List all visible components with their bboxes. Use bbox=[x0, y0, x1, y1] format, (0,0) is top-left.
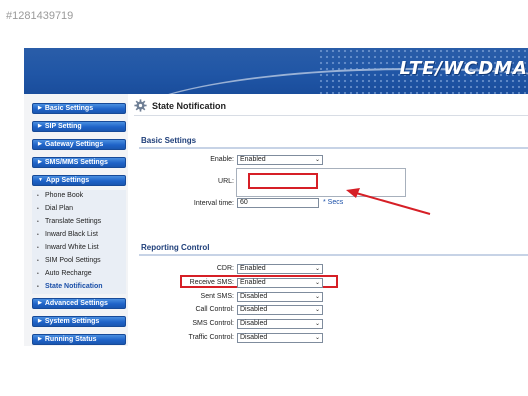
section-heading-basic-settings: Basic Settings bbox=[141, 136, 197, 145]
bullet-icon: • bbox=[37, 245, 39, 251]
chevron-down-icon: ⌄ bbox=[314, 307, 320, 313]
sidebar-item-app-settings[interactable]: ▼ App Settings bbox=[32, 175, 126, 186]
app-settings-submenu: • Phone Book • Dial Plan • Translate Settin… bbox=[32, 190, 126, 294]
bullet-icon: • bbox=[37, 219, 39, 225]
sent-sms-select[interactable]: Disabled ⌄ bbox=[237, 292, 323, 302]
submenu-item-phone-book[interactable]: • Phone Book bbox=[37, 192, 84, 199]
sent-sms-label: Sent SMS: bbox=[200, 293, 234, 300]
sidebar-item-label: App Settings bbox=[45, 177, 90, 184]
divider bbox=[139, 147, 528, 149]
chevron-down-icon: ⌄ bbox=[314, 335, 320, 341]
interval-time-label: Interval time: bbox=[193, 200, 234, 207]
submenu-item-label: Dial Plan bbox=[45, 205, 74, 212]
arrow-right-icon: ▶ bbox=[38, 300, 42, 306]
submenu-item-sim-pool-settings[interactable]: • SIM Pool Settings bbox=[37, 257, 101, 264]
interval-time-input[interactable]: 60 bbox=[237, 198, 319, 208]
submenu-item-label: SIM Pool Settings bbox=[45, 257, 101, 264]
submenu-item-label: Inward White List bbox=[45, 244, 99, 251]
sidebar-item-label: Basic Settings bbox=[44, 105, 94, 112]
arrow-right-icon: ▶ bbox=[38, 336, 42, 342]
receive-sms-label: Receive SMS: bbox=[189, 279, 234, 286]
arrow-right-icon: ▶ bbox=[38, 159, 42, 165]
cdr-select[interactable]: Enabled ⌄ bbox=[237, 264, 323, 274]
call-control-select[interactable]: Disabled ⌄ bbox=[237, 305, 323, 315]
enable-label: Enable: bbox=[210, 156, 234, 163]
receive-sms-select[interactable]: Enabled ⌄ bbox=[237, 278, 323, 288]
submenu-item-label: Auto Recharge bbox=[45, 270, 92, 277]
select-value: Enabled bbox=[240, 156, 266, 163]
select-value: Enabled bbox=[240, 279, 266, 286]
arrow-right-icon: ▶ bbox=[38, 105, 42, 111]
divider bbox=[134, 115, 528, 116]
url-label: URL: bbox=[218, 178, 234, 185]
arrow-right-icon: ▶ bbox=[38, 141, 42, 147]
main-area: ▶ Basic Settings ▶ SIP Setting ▶ Gateway Se… bbox=[24, 94, 528, 346]
select-value: Disabled bbox=[240, 334, 268, 341]
submenu-item-label: Phone Book bbox=[45, 192, 84, 199]
sidebar-item-sip-setting[interactable]: ▶ SIP Setting bbox=[32, 121, 126, 132]
call-control-label: Call Control: bbox=[195, 306, 234, 313]
sidebar-item-label: SMS/MMS Settings bbox=[44, 159, 108, 166]
sidebar-item-label: Advanced Settings bbox=[44, 300, 108, 307]
sidebar-item-basic-settings[interactable]: ▶ Basic Settings bbox=[32, 103, 126, 114]
chevron-down-icon: ⌄ bbox=[314, 321, 320, 327]
submenu-item-inward-black-list[interactable]: • Inward Black List bbox=[37, 231, 98, 238]
sidebar-item-label: Running Status bbox=[44, 336, 97, 343]
gear-icon bbox=[134, 99, 147, 112]
enable-select[interactable]: Enabled ⌄ bbox=[237, 155, 323, 165]
chevron-down-icon: ⌄ bbox=[314, 280, 320, 286]
sidebar-item-gateway-settings[interactable]: ▶ Gateway Settings bbox=[32, 139, 126, 150]
select-value: Disabled bbox=[240, 293, 268, 300]
sidebar-item-label: System Settings bbox=[44, 318, 100, 325]
select-value: Enabled bbox=[240, 265, 266, 272]
chevron-down-icon: ⌄ bbox=[314, 157, 320, 163]
sidebar-item-system-settings[interactable]: ▶ System Settings bbox=[32, 316, 126, 327]
chevron-down-icon: ⌄ bbox=[314, 266, 320, 272]
submenu-item-label: State Notification bbox=[45, 283, 103, 290]
sidebar-item-label: SIP Setting bbox=[44, 123, 82, 130]
url-input[interactable] bbox=[248, 173, 318, 189]
bullet-icon: • bbox=[37, 206, 39, 212]
watermark-id: #1281439719 bbox=[6, 10, 74, 22]
divider bbox=[139, 254, 528, 256]
traffic-control-select[interactable]: Disabled ⌄ bbox=[237, 333, 323, 343]
page-title: State Notification bbox=[152, 101, 227, 111]
submenu-item-state-notification[interactable]: • State Notification bbox=[37, 283, 103, 290]
traffic-control-label: Traffic Control: bbox=[188, 334, 234, 341]
submenu-item-label: Translate Settings bbox=[45, 218, 102, 225]
sidebar-item-advanced-settings[interactable]: ▶ Advanced Settings bbox=[32, 298, 126, 309]
header-banner: LTE/WCDMA bbox=[24, 48, 528, 94]
sms-control-select[interactable]: Disabled ⌄ bbox=[237, 319, 323, 329]
interval-unit: * Secs bbox=[323, 199, 344, 206]
brand-logo: LTE/WCDMA bbox=[399, 58, 528, 79]
select-value: Disabled bbox=[240, 306, 268, 313]
submenu-item-inward-white-list[interactable]: • Inward White List bbox=[37, 244, 99, 251]
submenu-item-translate-settings[interactable]: • Translate Settings bbox=[37, 218, 102, 225]
section-heading-reporting-control: Reporting Control bbox=[141, 243, 210, 252]
bullet-icon: • bbox=[37, 258, 39, 264]
submenu-item-label: Inward Black List bbox=[45, 231, 98, 238]
sms-control-label: SMS Control: bbox=[192, 320, 234, 327]
submenu-item-dial-plan[interactable]: • Dial Plan bbox=[37, 205, 74, 212]
sidebar-item-label: Gateway Settings bbox=[44, 141, 104, 148]
arrow-right-icon: ▶ bbox=[38, 123, 42, 129]
bullet-icon: • bbox=[37, 193, 39, 199]
submenu-item-auto-recharge[interactable]: • Auto Recharge bbox=[37, 270, 92, 277]
bullet-icon: • bbox=[37, 284, 39, 290]
select-value: Disabled bbox=[240, 320, 268, 327]
arrow-down-icon: ▼ bbox=[38, 177, 43, 183]
sidebar-item-sms-mms-settings[interactable]: ▶ SMS/MMS Settings bbox=[32, 157, 126, 168]
sidebar-item-running-status[interactable]: ▶ Running Status bbox=[32, 334, 126, 345]
chevron-down-icon: ⌄ bbox=[314, 294, 320, 300]
content-panel: State Notification Basic Settings Enable… bbox=[128, 94, 528, 346]
cdr-label: CDR: bbox=[216, 265, 234, 272]
bullet-icon: • bbox=[37, 232, 39, 238]
arrow-right-icon: ▶ bbox=[38, 318, 42, 324]
bullet-icon: • bbox=[37, 271, 39, 277]
